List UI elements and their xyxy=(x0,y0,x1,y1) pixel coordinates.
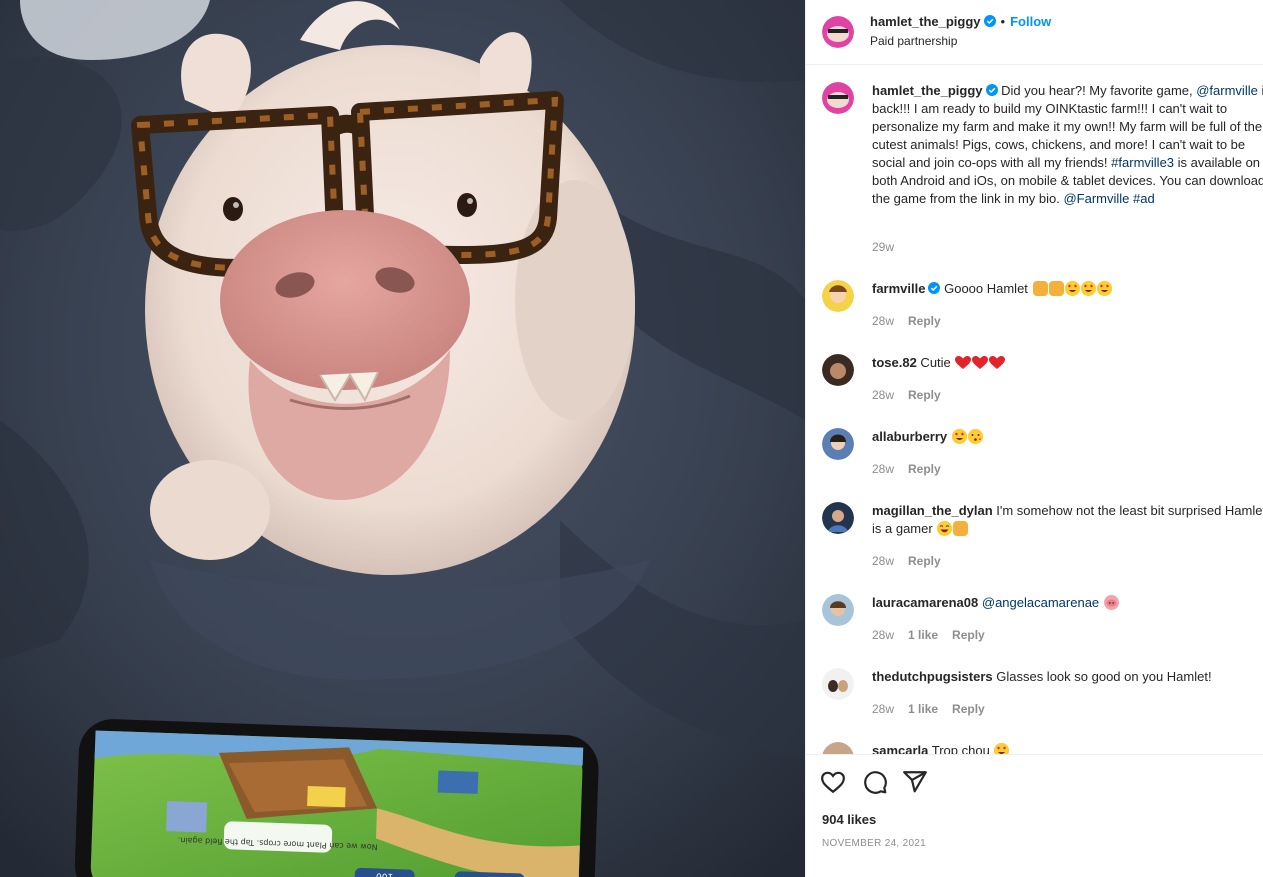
comment-timestamp[interactable]: 28w xyxy=(872,702,894,716)
avatar[interactable] xyxy=(822,82,854,114)
reply-button[interactable]: Reply xyxy=(908,388,941,402)
comment-username[interactable]: magillan_the_dylan xyxy=(872,503,993,518)
paid-partnership-label[interactable]: Paid partnership xyxy=(870,34,957,48)
raised-hands-icon xyxy=(1048,281,1064,296)
post-date[interactable]: NOVEMBER 24, 2021 xyxy=(822,838,926,849)
heart-icon[interactable] xyxy=(820,769,846,795)
verified-badge-icon xyxy=(985,84,998,96)
raised-hands-icon xyxy=(1032,281,1048,296)
kissing-heart-icon xyxy=(967,429,983,444)
likes-count[interactable]: 904 likes xyxy=(822,812,876,827)
avatar[interactable] xyxy=(822,280,854,312)
comment-username[interactable]: tose.82 xyxy=(872,355,917,370)
post-actions-bar: 904 likes NOVEMBER 24, 2021 xyxy=(806,754,1263,877)
reply-button[interactable]: Reply xyxy=(908,314,941,328)
mention-link[interactable]: @farmville xyxy=(1196,83,1258,98)
post-side-panel: hamlet_the_piggy • Follow Paid partnership… xyxy=(805,0,1263,877)
reply-button[interactable]: Reply xyxy=(908,554,941,568)
avatar[interactable] xyxy=(822,354,854,386)
heart-eyes-icon xyxy=(1064,281,1080,296)
follow-button[interactable]: Follow xyxy=(1010,14,1051,29)
caption-text: Did you hear?! My favorite game, xyxy=(997,83,1197,98)
hashtag-link[interactable]: #farmville3 xyxy=(1111,155,1174,170)
heart-eyes-icon xyxy=(951,429,967,444)
avatar[interactable] xyxy=(822,428,854,460)
caption-timestamp[interactable]: 29w xyxy=(872,240,894,254)
post-header: hamlet_the_piggy • Follow Paid partnership xyxy=(806,0,1263,65)
comment-text: Cutie xyxy=(916,355,955,370)
reply-button[interactable]: Reply xyxy=(952,628,985,642)
pig-nose-icon xyxy=(1103,595,1119,610)
clapping-icon xyxy=(953,521,969,536)
hashtag-link[interactable]: #ad xyxy=(1133,191,1155,206)
avatar[interactable] xyxy=(822,16,854,48)
comment-username[interactable]: farmville xyxy=(872,281,925,296)
red-heart-icon xyxy=(955,356,972,369)
comment-timestamp[interactable]: 28w xyxy=(872,628,894,642)
comment-text xyxy=(947,429,951,444)
comment-username[interactable]: allaburberry xyxy=(872,429,947,444)
red-heart-icon xyxy=(972,356,989,369)
separator-dot: • xyxy=(1000,14,1006,29)
laughing-icon xyxy=(937,521,953,536)
comment-likes-count[interactable]: 1 like xyxy=(908,702,938,716)
comment-username[interactable]: thedutchpugsisters xyxy=(872,669,993,684)
avatar[interactable] xyxy=(822,668,854,700)
comment-username[interactable]: samcarla xyxy=(872,743,928,754)
post-photo[interactable]: Now we can Plant more crops. Tap the fie… xyxy=(0,0,805,877)
comment-username[interactable]: lauracamarena08 xyxy=(872,595,978,610)
comment-likes-count[interactable]: 1 like xyxy=(908,628,938,642)
comment-timestamp[interactable]: 28w xyxy=(872,314,894,328)
post-author-username[interactable]: hamlet_the_piggy xyxy=(870,14,981,29)
avatar[interactable] xyxy=(822,742,854,754)
avatar[interactable] xyxy=(822,502,854,534)
game-gems-text: 100 xyxy=(376,870,394,877)
verified-badge-icon xyxy=(928,282,941,294)
comment-text: Goooo Hamlet xyxy=(940,281,1032,296)
avatar[interactable] xyxy=(822,594,854,626)
share-icon[interactable] xyxy=(902,769,928,795)
reply-button[interactable]: Reply xyxy=(952,702,985,716)
red-heart-icon xyxy=(989,356,1006,369)
mention-link[interactable]: @Farmville xyxy=(1063,191,1129,206)
comment-text: Trop chou xyxy=(928,743,994,754)
heart-eyes-icon xyxy=(1096,281,1112,296)
mention-link[interactable]: @angelacamarenae xyxy=(982,595,1099,610)
comment-text: Glasses look so good on you Hamlet! xyxy=(992,669,1212,684)
heart-eyes-icon xyxy=(1080,281,1096,296)
comments-list[interactable]: hamlet_the_piggy Did you hear?! My favor… xyxy=(806,66,1263,754)
heart-eyes-icon xyxy=(994,743,1010,754)
reply-button[interactable]: Reply xyxy=(908,462,941,476)
pig-photo-illustration: Now we can Plant more crops. Tap the fie… xyxy=(0,0,805,877)
comment-timestamp[interactable]: 28w xyxy=(872,388,894,402)
verified-badge-icon xyxy=(983,15,996,27)
comment-icon[interactable] xyxy=(862,769,888,795)
caption-username[interactable]: hamlet_the_piggy xyxy=(872,83,983,98)
comment-timestamp[interactable]: 28w xyxy=(872,462,894,476)
comment-timestamp[interactable]: 28w xyxy=(872,554,894,568)
